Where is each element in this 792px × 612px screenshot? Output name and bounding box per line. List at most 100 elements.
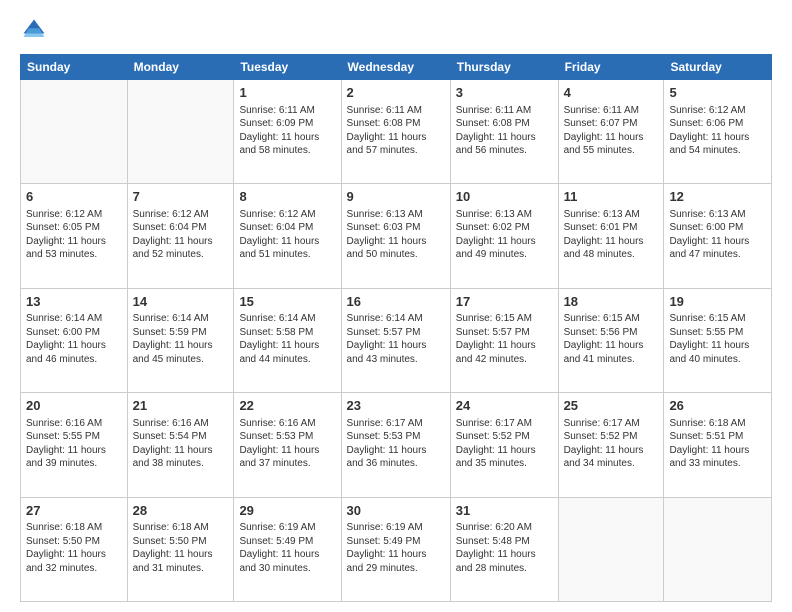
calendar-cell: 26 Sunrise: 6:18 AMSunset: 5:51 PMDayligh…	[664, 393, 772, 497]
day-number: 11	[564, 188, 659, 206]
day-info: Sunrise: 6:11 AMSunset: 6:08 PMDaylight:…	[347, 104, 445, 158]
day-info: Sunrise: 6:13 AMSunset: 6:00 PMDaylight:…	[669, 208, 766, 262]
calendar-cell: 1Sunrise: 6:11 AMSunset: 6:09 PMDaylight…	[234, 80, 341, 184]
day-info: Sunrise: 6:14 AMSunset: 5:58 PMDaylight:…	[239, 312, 335, 366]
calendar-cell: 3Sunrise: 6:11 AMSunset: 6:08 PMDaylight…	[450, 80, 558, 184]
day-number: 27	[26, 502, 122, 520]
header	[20, 16, 772, 44]
calendar-cell: 24 Sunrise: 6:17 AMSunset: 5:52 PMDayligh…	[450, 393, 558, 497]
col-header-sunday: Sunday	[21, 55, 128, 80]
day-info: Sunrise: 6:12 AMSunset: 6:05 PMDaylight:…	[26, 208, 122, 262]
calendar-week-3: 20 Sunrise: 6:16 AMSunset: 5:55 PMDayligh…	[21, 393, 772, 497]
calendar-cell: 6 Sunrise: 6:12 AMSunset: 6:05 PMDaylight…	[21, 184, 128, 288]
day-number: 20	[26, 397, 122, 415]
day-info: Sunrise: 6:12 AMSunset: 6:06 PMDaylight:…	[669, 104, 766, 158]
day-info: Sunrise: 6:15 AMSunset: 5:57 PMDaylight:…	[456, 312, 553, 366]
calendar-cell: 2 Sunrise: 6:11 AMSunset: 6:08 PMDaylight…	[341, 80, 450, 184]
day-number: 16	[347, 293, 445, 311]
calendar-week-4: 27 Sunrise: 6:18 AMSunset: 5:50 PMDayligh…	[21, 497, 772, 601]
calendar-cell: 29Sunrise: 6:19 AMSunset: 5:49 PMDayligh…	[234, 497, 341, 601]
calendar-week-0: 1Sunrise: 6:11 AMSunset: 6:09 PMDaylight…	[21, 80, 772, 184]
day-info: Sunrise: 6:18 AMSunset: 5:50 PMDaylight:…	[133, 521, 229, 575]
calendar-cell: 9 Sunrise: 6:13 AMSunset: 6:03 PMDaylight…	[341, 184, 450, 288]
calendar-cell: 16Sunrise: 6:14 AMSunset: 5:57 PMDayligh…	[341, 288, 450, 392]
day-number: 26	[669, 397, 766, 415]
day-number: 5	[669, 84, 766, 102]
day-info: Sunrise: 6:13 AMSunset: 6:01 PMDaylight:…	[564, 208, 659, 262]
calendar-cell	[21, 80, 128, 184]
day-number: 15	[239, 293, 335, 311]
day-number: 10	[456, 188, 553, 206]
calendar-cell: 5 Sunrise: 6:12 AMSunset: 6:06 PMDaylight…	[664, 80, 772, 184]
calendar-cell: 4Sunrise: 6:11 AMSunset: 6:07 PMDaylight…	[558, 80, 664, 184]
day-number: 9	[347, 188, 445, 206]
day-number: 4	[564, 84, 659, 102]
calendar-cell	[664, 497, 772, 601]
day-info: Sunrise: 6:13 AMSunset: 6:02 PMDaylight:…	[456, 208, 553, 262]
col-header-monday: Monday	[127, 55, 234, 80]
calendar-cell	[558, 497, 664, 601]
day-info: Sunrise: 6:16 AMSunset: 5:55 PMDaylight:…	[26, 417, 122, 471]
day-info: Sunrise: 6:12 AMSunset: 6:04 PMDaylight:…	[239, 208, 335, 262]
logo	[20, 16, 52, 44]
day-number: 12	[669, 188, 766, 206]
day-number: 2	[347, 84, 445, 102]
day-info: Sunrise: 6:16 AMSunset: 5:53 PMDaylight:…	[239, 417, 335, 471]
day-info: Sunrise: 6:19 AMSunset: 5:49 PMDaylight:…	[239, 521, 335, 575]
day-info: Sunrise: 6:18 AMSunset: 5:51 PMDaylight:…	[669, 417, 766, 471]
calendar-cell: 14Sunrise: 6:14 AMSunset: 5:59 PMDayligh…	[127, 288, 234, 392]
day-number: 21	[133, 397, 229, 415]
calendar-cell: 27Sunrise: 6:18 AMSunset: 5:50 PMDayligh…	[21, 497, 128, 601]
day-info: Sunrise: 6:17 AMSunset: 5:53 PMDaylight:…	[347, 417, 445, 471]
calendar-cell: 8 Sunrise: 6:12 AMSunset: 6:04 PMDaylight…	[234, 184, 341, 288]
calendar-cell: 21Sunrise: 6:16 AMSunset: 5:54 PMDayligh…	[127, 393, 234, 497]
day-number: 25	[564, 397, 659, 415]
calendar-table: SundayMondayTuesdayWednesdayThursdayFrid…	[20, 54, 772, 602]
day-info: Sunrise: 6:15 AMSunset: 5:56 PMDaylight:…	[564, 312, 659, 366]
calendar-header-row: SundayMondayTuesdayWednesdayThursdayFrid…	[21, 55, 772, 80]
day-info: Sunrise: 6:14 AMSunset: 5:59 PMDaylight:…	[133, 312, 229, 366]
day-number: 8	[239, 188, 335, 206]
calendar-cell: 18Sunrise: 6:15 AMSunset: 5:56 PMDayligh…	[558, 288, 664, 392]
day-info: Sunrise: 6:20 AMSunset: 5:48 PMDaylight:…	[456, 521, 553, 575]
calendar-cell: 28Sunrise: 6:18 AMSunset: 5:50 PMDayligh…	[127, 497, 234, 601]
col-header-thursday: Thursday	[450, 55, 558, 80]
day-number: 23	[347, 397, 445, 415]
day-number: 22	[239, 397, 335, 415]
calendar-cell: 12 Sunrise: 6:13 AMSunset: 6:00 PMDayligh…	[664, 184, 772, 288]
col-header-wednesday: Wednesday	[341, 55, 450, 80]
calendar-cell: 7 Sunrise: 6:12 AMSunset: 6:04 PMDaylight…	[127, 184, 234, 288]
day-info: Sunrise: 6:15 AMSunset: 5:55 PMDaylight:…	[669, 312, 766, 366]
day-info: Sunrise: 6:12 AMSunset: 6:04 PMDaylight:…	[133, 208, 229, 262]
day-number: 30	[347, 502, 445, 520]
calendar-cell: 10 Sunrise: 6:13 AMSunset: 6:02 PMDayligh…	[450, 184, 558, 288]
day-info: Sunrise: 6:14 AMSunset: 6:00 PMDaylight:…	[26, 312, 122, 366]
day-info: Sunrise: 6:17 AMSunset: 5:52 PMDaylight:…	[456, 417, 553, 471]
calendar-cell: 19Sunrise: 6:15 AMSunset: 5:55 PMDayligh…	[664, 288, 772, 392]
day-number: 19	[669, 293, 766, 311]
day-number: 18	[564, 293, 659, 311]
day-number: 31	[456, 502, 553, 520]
day-number: 17	[456, 293, 553, 311]
day-number: 29	[239, 502, 335, 520]
day-info: Sunrise: 6:13 AMSunset: 6:03 PMDaylight:…	[347, 208, 445, 262]
calendar-cell: 17Sunrise: 6:15 AMSunset: 5:57 PMDayligh…	[450, 288, 558, 392]
day-number: 3	[456, 84, 553, 102]
day-number: 7	[133, 188, 229, 206]
calendar-week-2: 13Sunrise: 6:14 AMSunset: 6:00 PMDayligh…	[21, 288, 772, 392]
day-number: 24	[456, 397, 553, 415]
page: SundayMondayTuesdayWednesdayThursdayFrid…	[0, 0, 792, 612]
day-info: Sunrise: 6:11 AMSunset: 6:09 PMDaylight:…	[239, 104, 335, 158]
calendar-cell: 13Sunrise: 6:14 AMSunset: 6:00 PMDayligh…	[21, 288, 128, 392]
calendar-cell: 11 Sunrise: 6:13 AMSunset: 6:01 PMDayligh…	[558, 184, 664, 288]
day-number: 6	[26, 188, 122, 206]
day-info: Sunrise: 6:14 AMSunset: 5:57 PMDaylight:…	[347, 312, 445, 366]
day-number: 14	[133, 293, 229, 311]
calendar-cell: 23 Sunrise: 6:17 AMSunset: 5:53 PMDayligh…	[341, 393, 450, 497]
day-info: Sunrise: 6:17 AMSunset: 5:52 PMDaylight:…	[564, 417, 659, 471]
logo-icon	[20, 16, 48, 44]
col-header-saturday: Saturday	[664, 55, 772, 80]
calendar-cell	[127, 80, 234, 184]
col-header-tuesday: Tuesday	[234, 55, 341, 80]
day-info: Sunrise: 6:19 AMSunset: 5:49 PMDaylight:…	[347, 521, 445, 575]
